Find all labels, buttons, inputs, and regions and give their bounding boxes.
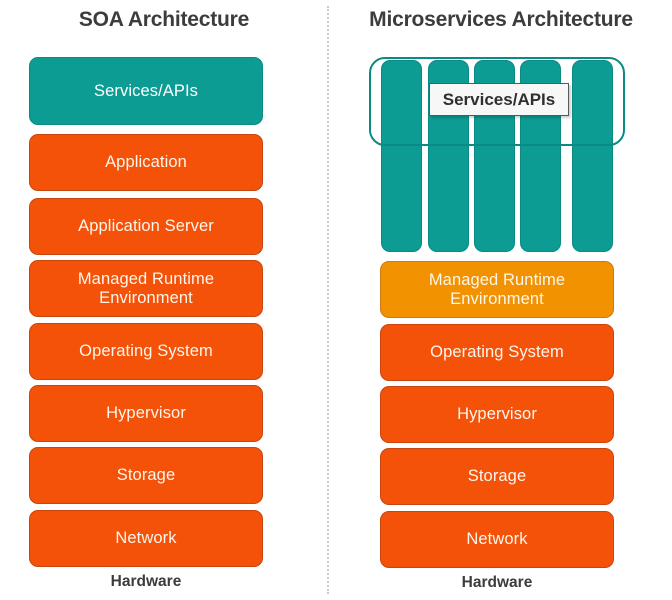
microservices-layer-storage: Storage (380, 448, 614, 505)
layer-label: Services/APIs (94, 81, 198, 100)
soa-layer-application-server: Application Server (29, 198, 263, 255)
layer-label: Application Server (78, 217, 214, 236)
microservices-layer-hypervisor: Hypervisor (380, 386, 614, 443)
soa-layer-managed-runtime-environment: Managed Runtime Environment (29, 260, 263, 317)
layer-label: Storage (467, 467, 527, 486)
soa-layer-services-apis: Services/APIs (29, 57, 263, 125)
column-divider (327, 6, 329, 594)
layer-label: Storage (116, 466, 176, 485)
layer-label: Network (115, 529, 177, 548)
soa-layer-hypervisor: Hypervisor (29, 385, 263, 442)
layer-label: Hypervisor (106, 404, 186, 423)
microservices-layer-network: Network (380, 511, 614, 568)
microservices-hardware-label: Hardware (461, 574, 533, 591)
soa-layer-operating-system: Operating System (29, 323, 263, 380)
microservices-services-api-label: Services/APIs (429, 83, 569, 116)
layer-label: Operating System (79, 342, 213, 361)
soa-layer-storage: Storage (29, 447, 263, 504)
soa-hardware-label: Hardware (110, 573, 182, 590)
microservices-layer-operating-system: Operating System (380, 324, 614, 381)
layer-label: Application (105, 153, 187, 172)
soa-column-title: SOA Architecture (78, 8, 250, 31)
layer-label: Network (466, 530, 528, 549)
soa-layer-application: Application (29, 134, 263, 191)
layer-label: Operating System (430, 343, 564, 362)
soa-layer-network: Network (29, 510, 263, 567)
microservices-layer-managed-runtime-environment: Managed Runtime Environment (380, 261, 614, 318)
layer-label: Hypervisor (457, 405, 537, 424)
diagram-canvas: SOA Architecture Microservices Architect… (0, 0, 672, 600)
layer-label: Managed Runtime Environment (428, 271, 566, 308)
microservices-column-title: Microservices Architecture (369, 8, 633, 31)
layer-label: Managed Runtime Environment (77, 270, 215, 307)
